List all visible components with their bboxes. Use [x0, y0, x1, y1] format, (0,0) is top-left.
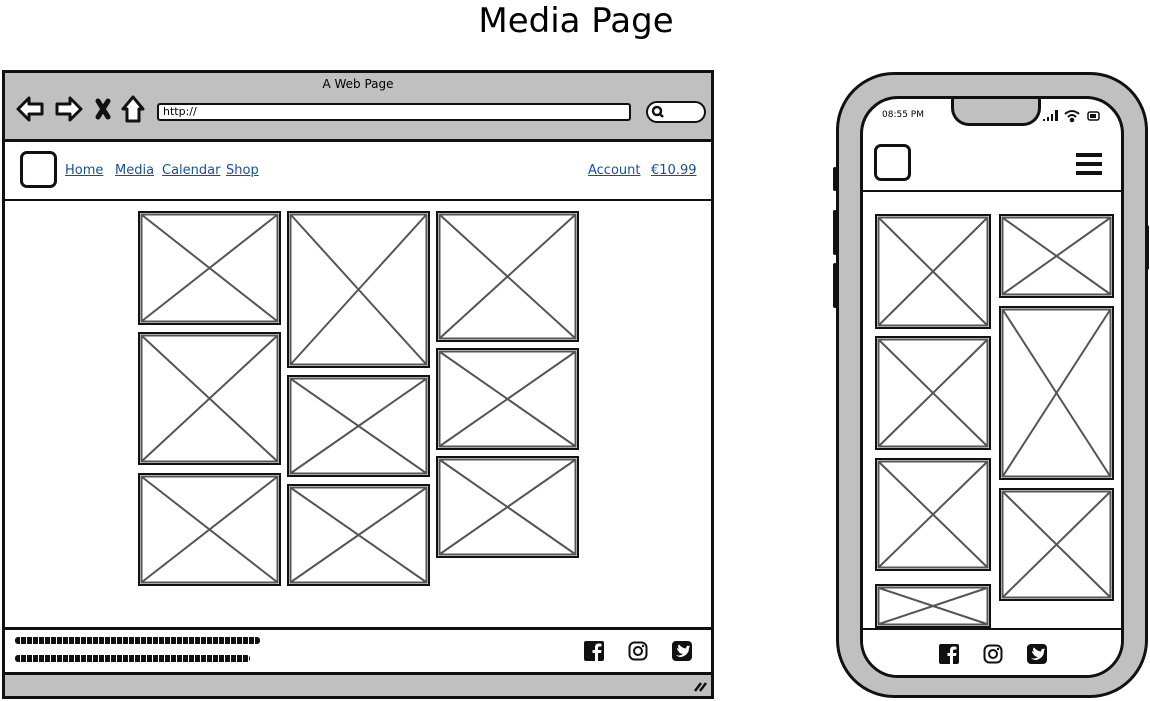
site-logo[interactable] — [20, 151, 57, 188]
page-title: Media Page — [478, 1, 674, 41]
image-placeholder[interactable] — [436, 456, 579, 558]
image-placeholder[interactable] — [138, 332, 281, 465]
cart-price[interactable]: €10.99 — [651, 163, 697, 178]
phone-logo[interactable] — [874, 144, 911, 181]
image-placeholder[interactable] — [875, 214, 991, 329]
stop-icon — [95, 98, 111, 120]
hamburger-icon[interactable] — [1075, 152, 1103, 176]
browser-nav-icons[interactable] — [15, 95, 145, 125]
twitter-icon[interactable] — [672, 641, 692, 661]
battery-icon — [1087, 111, 1100, 121]
facebook-icon[interactable] — [584, 641, 604, 661]
window-title: A Web Page — [322, 77, 394, 91]
status-icons — [1043, 110, 1100, 123]
search-icon — [651, 105, 664, 118]
phone-frame: 08:55 PM — [836, 72, 1148, 698]
status-bar — [5, 672, 711, 696]
image-placeholder[interactable] — [436, 211, 579, 342]
phone-nav-divider — [863, 190, 1121, 192]
forward-icon — [55, 96, 83, 122]
home-icon — [121, 95, 145, 123]
wifi-icon — [1064, 110, 1080, 123]
image-placeholder[interactable] — [875, 458, 991, 571]
facebook-icon[interactable] — [939, 644, 959, 664]
image-placeholder[interactable] — [138, 473, 281, 586]
browser-toolbar: A Web Page http:// — [5, 73, 711, 142]
back-icon — [16, 96, 44, 122]
browser-window: A Web Page http:// Home Media Calendar S… — [2, 70, 714, 699]
image-placeholder[interactable] — [436, 348, 579, 450]
phone-notch — [951, 99, 1041, 126]
image-placeholder[interactable] — [287, 484, 430, 586]
signal-icon — [1043, 110, 1058, 121]
resize-grip-icon[interactable] — [693, 679, 707, 693]
nav-account[interactable]: Account — [588, 163, 641, 178]
instagram-icon[interactable] — [628, 641, 648, 661]
phone-screen: 08:55 PM — [860, 96, 1124, 678]
footer-text-line — [15, 637, 260, 644]
image-placeholder[interactable] — [287, 211, 430, 368]
image-placeholder[interactable] — [875, 336, 991, 450]
image-placeholder[interactable] — [287, 375, 430, 477]
phone-time: 08:55 PM — [882, 110, 924, 120]
instagram-icon[interactable] — [983, 644, 1003, 664]
nav-calendar[interactable]: Calendar — [162, 163, 220, 178]
image-placeholder[interactable] — [875, 584, 991, 628]
search-button[interactable] — [646, 101, 706, 123]
url-input[interactable]: http:// — [157, 103, 631, 121]
image-placeholder[interactable] — [999, 488, 1114, 601]
image-placeholder[interactable] — [999, 214, 1114, 298]
nav-media[interactable]: Media — [115, 163, 154, 178]
nav-home[interactable]: Home — [65, 163, 103, 178]
nav-shop[interactable]: Shop — [226, 163, 259, 178]
footer-text-line — [15, 655, 250, 662]
image-placeholder[interactable] — [138, 211, 281, 325]
footer-divider — [5, 627, 711, 630]
nav-divider — [5, 199, 711, 201]
twitter-icon[interactable] — [1027, 644, 1047, 664]
image-placeholder[interactable] — [999, 306, 1114, 480]
